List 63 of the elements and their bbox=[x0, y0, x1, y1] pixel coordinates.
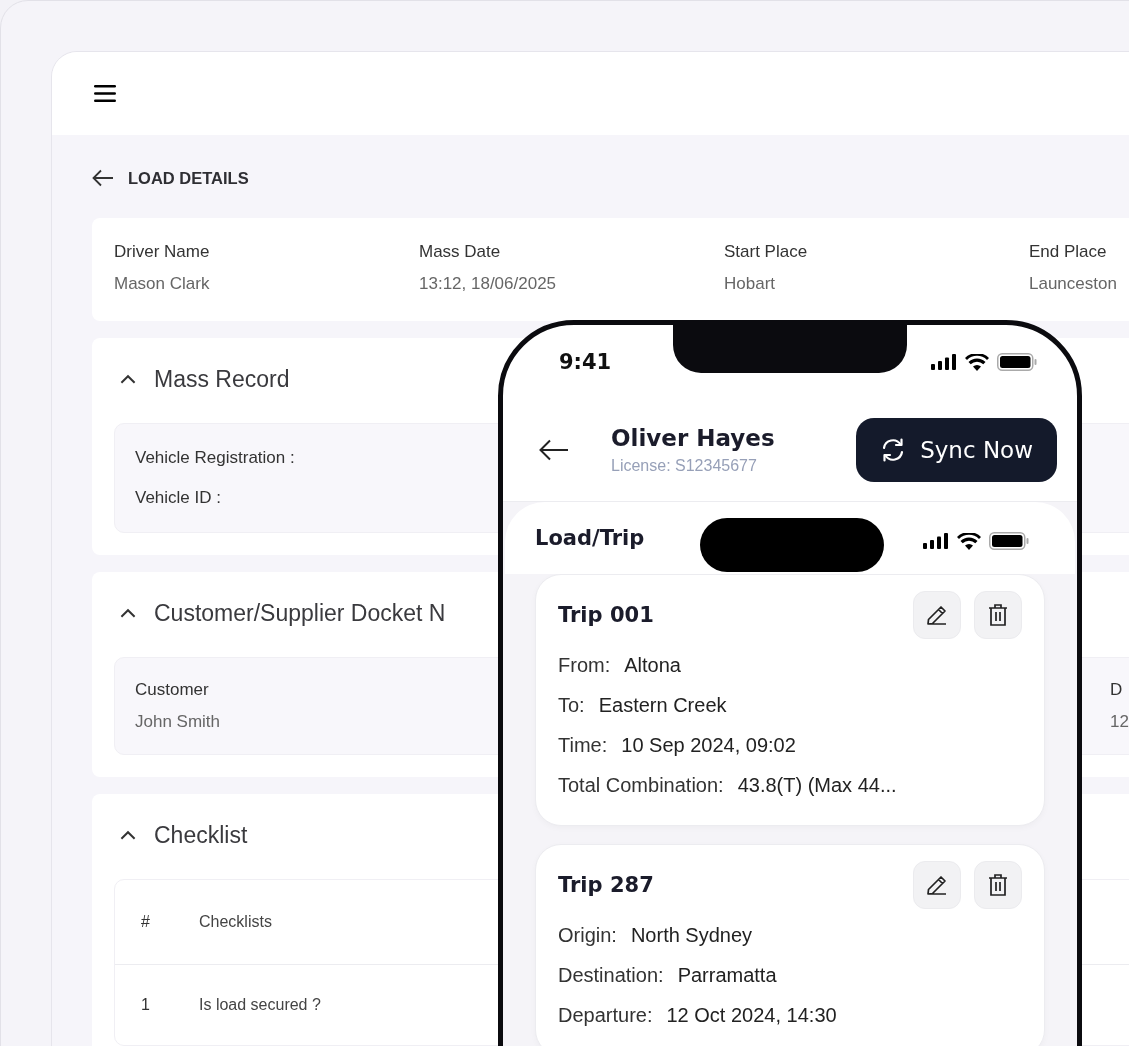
field-label: End Place bbox=[1029, 242, 1108, 262]
trip-field-value: Eastern Creek bbox=[598, 693, 727, 717]
page-title: LOAD DETAILS bbox=[128, 168, 249, 188]
field-value: 12 bbox=[1110, 712, 1129, 732]
column-header: Checklists bbox=[199, 913, 272, 931]
table-cell: Is load secured ? bbox=[199, 996, 321, 1014]
section-title: Mass Record bbox=[154, 366, 290, 393]
back-arrow-icon[interactable] bbox=[92, 169, 114, 187]
field-value: Hobart bbox=[724, 274, 777, 294]
license-text: License: S12345677 bbox=[611, 457, 758, 475]
chevron-up-icon[interactable] bbox=[119, 374, 137, 385]
trip-field-value: 43.8(T) (Max 44... bbox=[737, 773, 897, 797]
wifi-icon bbox=[957, 532, 981, 550]
trip-field-value: 10 Sep 2024, 09:02 bbox=[621, 733, 796, 757]
trip-field-label: To: bbox=[558, 693, 585, 717]
trip-field-value: 12 Oct 2024, 14:30 bbox=[666, 1003, 837, 1027]
table-cell-text: 1 bbox=[140, 996, 151, 1014]
list-title: Load/Trip bbox=[535, 526, 645, 550]
trash-icon bbox=[987, 603, 1009, 627]
trip-field-label: Departure: bbox=[558, 1003, 653, 1027]
back-arrow-icon[interactable] bbox=[539, 439, 569, 461]
field-value: John Smith bbox=[135, 712, 222, 732]
battery-icon bbox=[989, 532, 1029, 550]
trip-field-label: Destination: bbox=[558, 963, 664, 987]
column-header: # bbox=[140, 913, 151, 931]
trip-field-label: From: bbox=[558, 653, 611, 677]
field-label: Mass Date bbox=[419, 242, 502, 262]
trip-field-value: North Sydney bbox=[630, 923, 753, 947]
delete-button[interactable] bbox=[974, 591, 1022, 639]
driver-name: Oliver Hayes bbox=[611, 425, 776, 451]
field-value: 13:12, 18/06/2025 bbox=[419, 274, 558, 294]
menu-icon[interactable] bbox=[94, 85, 116, 102]
field-label: Start Place bbox=[724, 242, 809, 262]
field-value: Mason Clark bbox=[114, 274, 211, 294]
field-label: Customer bbox=[135, 680, 210, 700]
field-label: D bbox=[1110, 680, 1124, 700]
trash-icon bbox=[987, 873, 1009, 897]
chevron-up-icon[interactable] bbox=[119, 608, 137, 619]
field-label: Driver Name bbox=[114, 242, 211, 262]
chevron-up-icon[interactable] bbox=[119, 830, 137, 841]
field-label: Vehicle Registration : bbox=[135, 448, 295, 468]
trip-field-label: Origin: bbox=[558, 923, 617, 947]
signal-icon bbox=[923, 533, 949, 549]
battery-icon bbox=[997, 353, 1037, 371]
pencil-icon bbox=[925, 603, 949, 627]
section-title: Customer/Supplier Docket N bbox=[154, 600, 446, 627]
section-title: Checklist bbox=[154, 822, 248, 849]
signal-icon bbox=[931, 354, 957, 370]
status-time: 9:41 bbox=[559, 350, 612, 374]
edit-button[interactable] bbox=[913, 861, 961, 909]
sync-now-button[interactable]: Sync Now bbox=[856, 418, 1057, 482]
wifi-icon bbox=[965, 353, 989, 371]
field-label: Vehicle ID : bbox=[135, 488, 221, 508]
trip-field-value: Parramatta bbox=[677, 963, 777, 987]
field-value: Launceston bbox=[1029, 274, 1118, 294]
pencil-icon bbox=[925, 873, 949, 897]
trip-field-label: Time: bbox=[558, 733, 608, 757]
trip-title: Trip 001 bbox=[558, 603, 654, 627]
delete-button[interactable] bbox=[974, 861, 1022, 909]
trip-title: Trip 287 bbox=[558, 873, 654, 897]
trip-field-value: Altona bbox=[624, 653, 681, 677]
trip-field-label: Total Combination: bbox=[558, 773, 724, 797]
edit-button[interactable] bbox=[913, 591, 961, 639]
